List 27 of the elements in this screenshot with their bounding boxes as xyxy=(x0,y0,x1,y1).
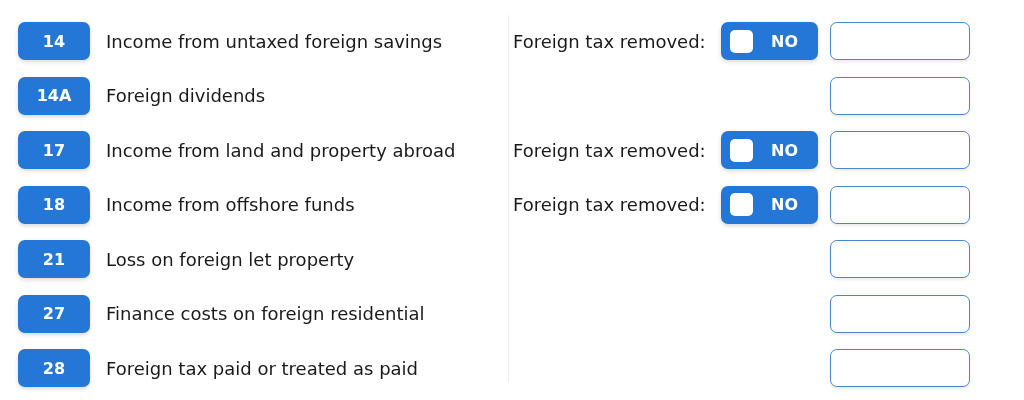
field-label: Income from offshore funds xyxy=(106,194,356,215)
field-label: Income from land and property abroad xyxy=(106,139,457,161)
toggle-label: Foreign tax removed: xyxy=(513,30,707,52)
amount-input-field[interactable] xyxy=(830,294,970,333)
amount-input-field[interactable] xyxy=(830,76,970,115)
box-number-badge: 18 xyxy=(18,185,90,224)
box-number-badge: 28 xyxy=(18,349,90,387)
amount-input-field[interactable] xyxy=(830,185,970,224)
amount-input-field[interactable] xyxy=(830,349,970,387)
box-number-badge: 14 xyxy=(18,22,90,60)
amount-input-field[interactable] xyxy=(830,131,970,169)
amount-input-field[interactable] xyxy=(830,240,970,278)
box-number-badge: 21 xyxy=(18,240,90,278)
field-label: Loss on foreign let property xyxy=(106,248,356,270)
field-label: Foreign dividends xyxy=(106,85,267,106)
field-label: Income from untaxed foreign savings xyxy=(106,30,444,52)
toggle-switch[interactable]: NO xyxy=(721,185,818,224)
box-number-badge: 17 xyxy=(18,131,90,169)
field-label: Foreign tax paid or treated as paid xyxy=(106,357,420,379)
box-number-badge: 14A xyxy=(18,76,90,115)
toggle-switch[interactable]: NO xyxy=(721,131,818,169)
toggle-switch[interactable]: NO xyxy=(721,22,818,60)
field-label: Finance costs on foreign residential xyxy=(106,303,426,324)
box-number-badge: 27 xyxy=(18,294,90,333)
amount-input-field[interactable] xyxy=(830,22,970,60)
toggle-label: Foreign tax removed: xyxy=(513,139,707,161)
toggle-label: Foreign tax removed: xyxy=(513,194,707,215)
